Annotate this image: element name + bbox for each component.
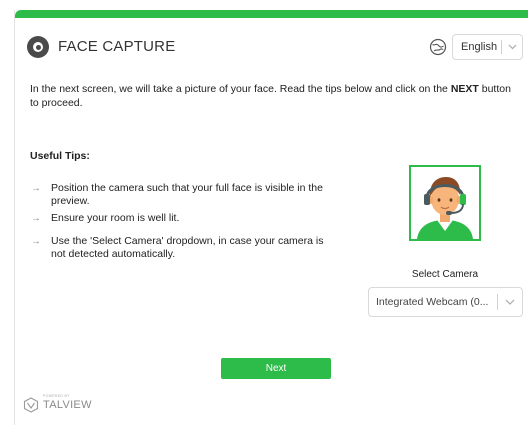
chevron-down-icon[interactable] [498, 299, 522, 305]
tips-list: → Position the camera such that your ful… [30, 182, 340, 261]
tips-heading: Useful Tips: [30, 150, 90, 162]
intro-text: In the next screen, we will take a pictu… [30, 82, 520, 110]
tip-text: Use the 'Select Camera' dropdown, in cas… [51, 235, 324, 260]
arrow-right-icon: → [31, 183, 41, 194]
talview-logo: POWERED BY TALVIEW [23, 394, 103, 416]
headset-avatar-illustration [417, 177, 473, 239]
brand-name: TALVIEW [43, 399, 92, 411]
face-capture-panel: FACE CAPTURE English In the next screen,… [14, 10, 528, 425]
globe-icon[interactable] [429, 38, 447, 56]
accent-top-bar [15, 10, 528, 18]
language-select[interactable]: English [452, 34, 523, 60]
talview-logo-mark-icon [23, 397, 39, 413]
intro-text-before: In the next screen, we will take a pictu… [30, 83, 451, 95]
tip-text: Position the camera such that your full … [51, 182, 323, 207]
tip-text: Ensure your room is well lit. [51, 212, 180, 224]
intro-next-emphasis: NEXT [450, 83, 479, 95]
face-preview-frame [409, 165, 481, 241]
webcam-icon [27, 36, 49, 58]
tip-item: → Use the 'Select Camera' dropdown, in c… [30, 235, 340, 261]
tip-item: → Position the camera such that your ful… [30, 182, 340, 208]
arrow-right-icon: → [31, 236, 41, 247]
language-select-value: English [461, 41, 498, 53]
select-camera-label: Select Camera [411, 269, 479, 280]
header: FACE CAPTURE English [15, 34, 528, 72]
chevron-down-icon[interactable] [502, 44, 522, 50]
powered-by-label: POWERED BY [43, 394, 70, 398]
camera-select-value: Integrated Webcam (0... [376, 296, 489, 308]
page-title: FACE CAPTURE [58, 38, 176, 55]
next-button[interactable]: Next [221, 358, 331, 379]
camera-select[interactable]: Integrated Webcam (0... [368, 287, 523, 317]
arrow-right-icon: → [31, 213, 41, 224]
tip-item: → Ensure your room is well lit. [30, 212, 340, 225]
